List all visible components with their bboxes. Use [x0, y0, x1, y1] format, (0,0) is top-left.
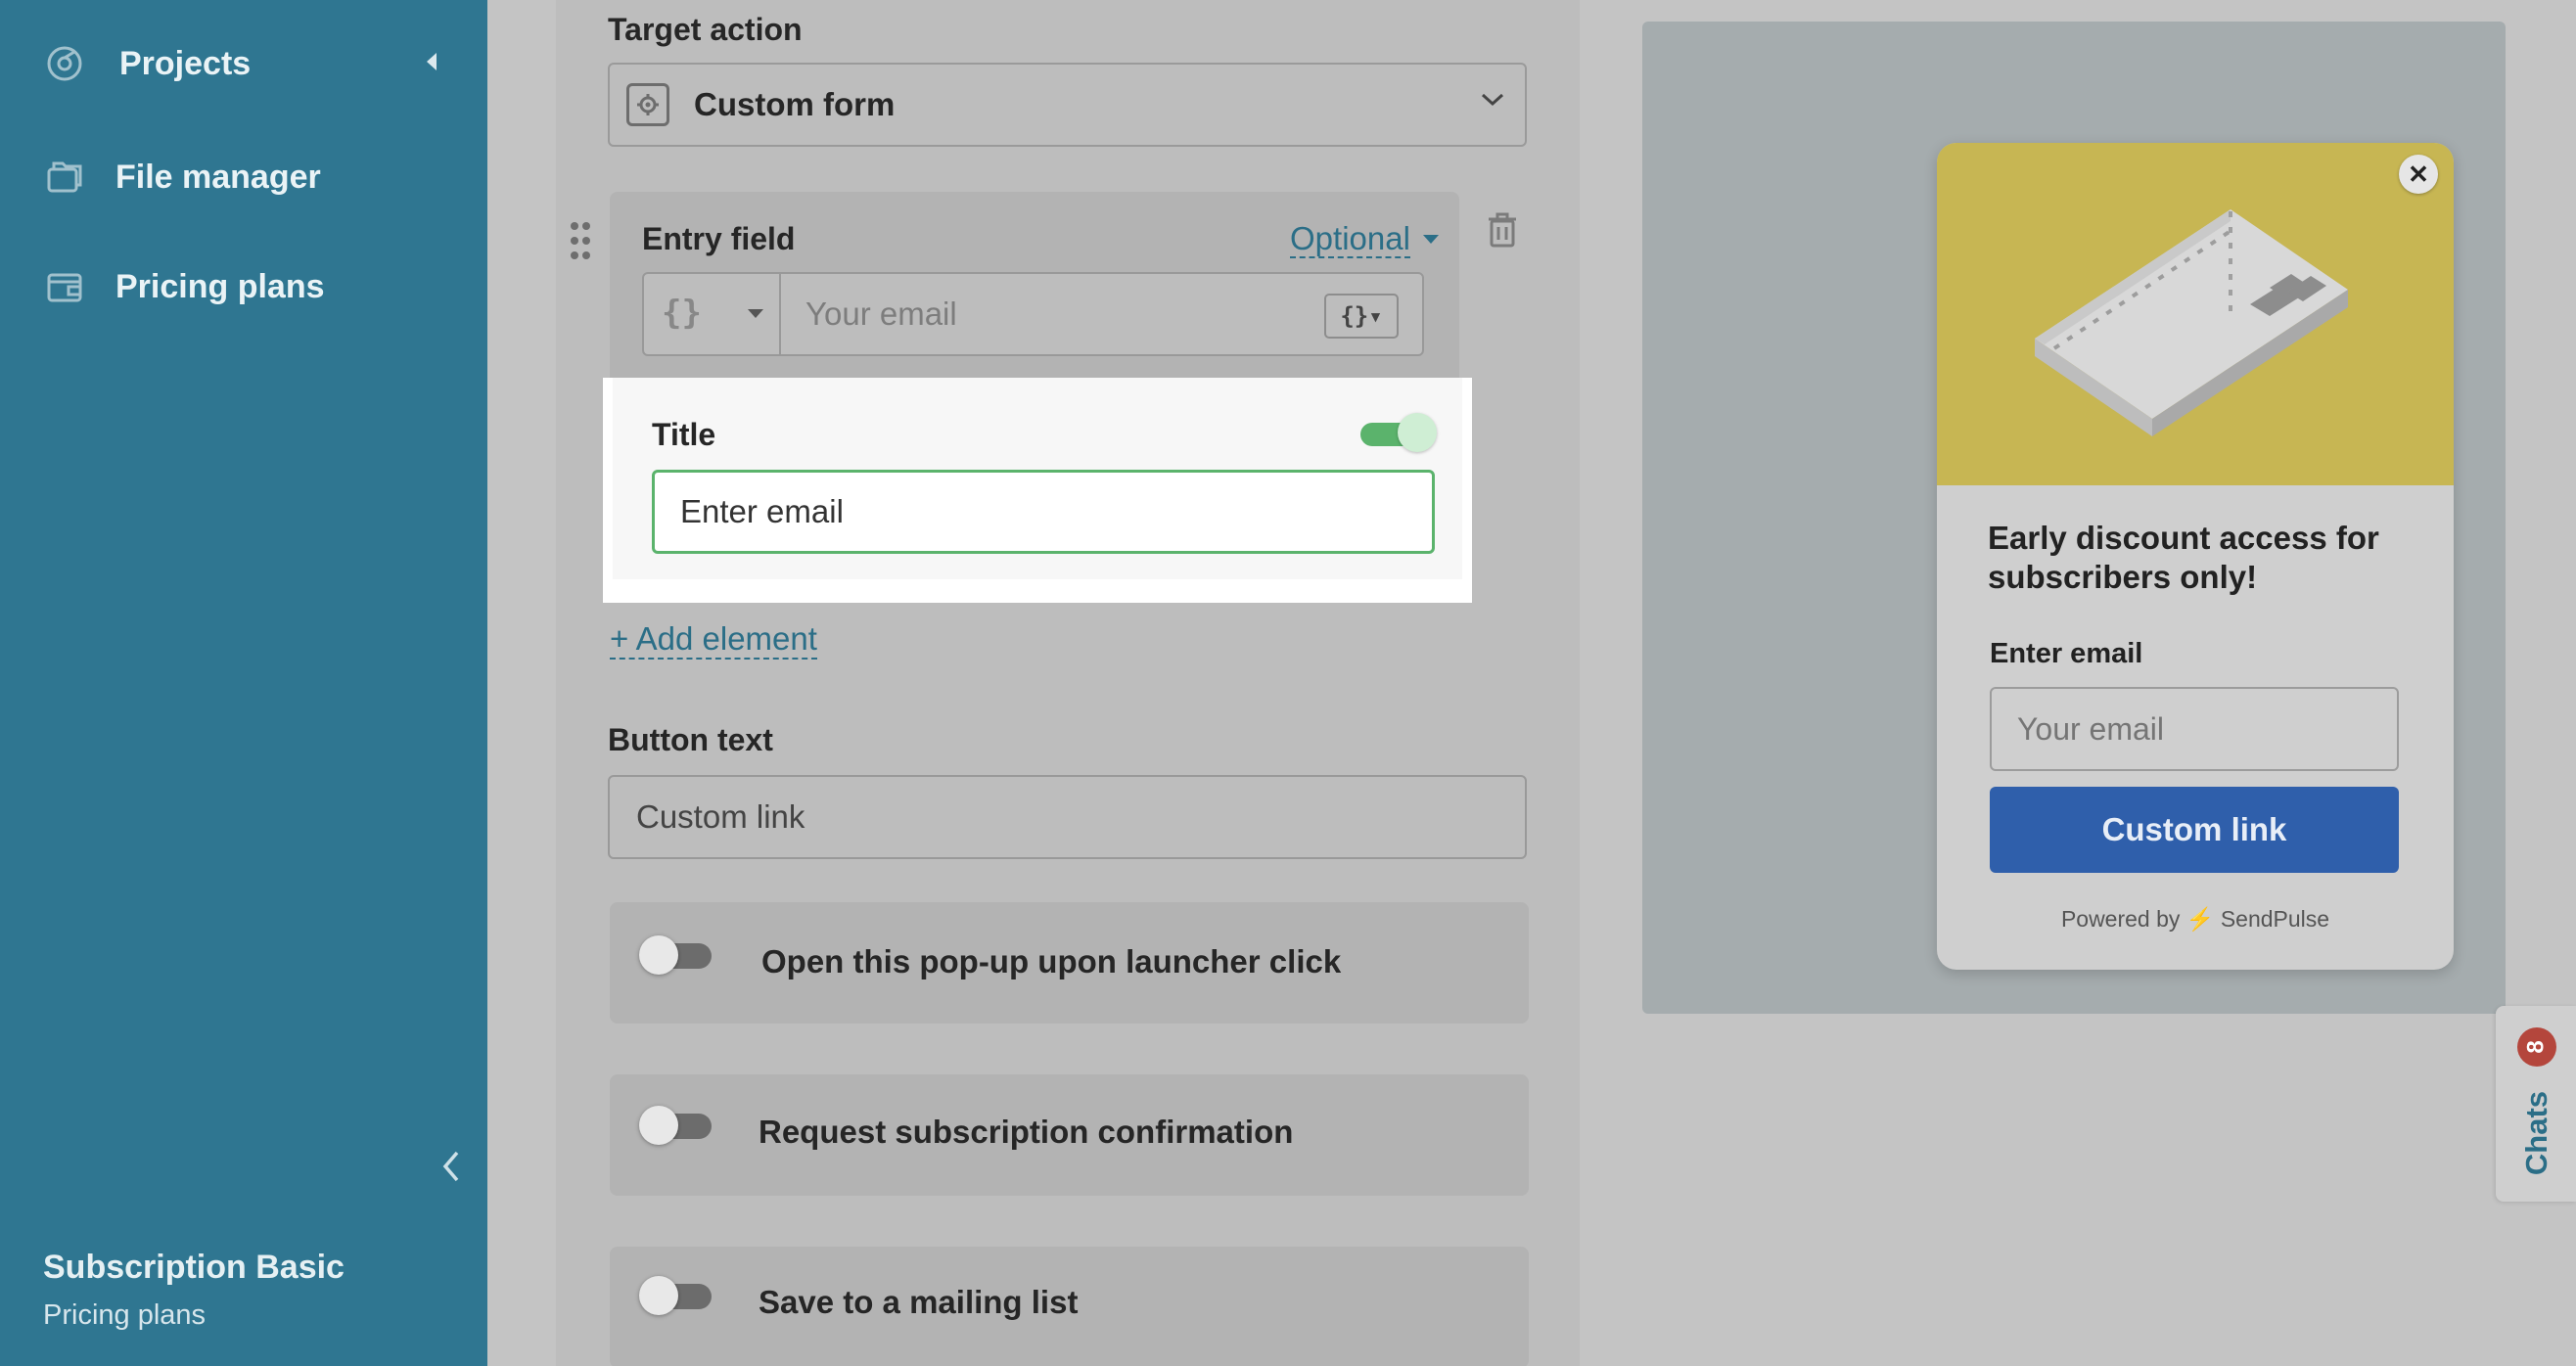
- popup-email-input[interactable]: [1990, 687, 2399, 771]
- option-row-subscription-confirmation: Request subscription confirmation: [610, 1074, 1529, 1196]
- caret-down-icon: [1423, 235, 1439, 244]
- chevron-down-icon: [1481, 93, 1504, 107]
- title-toggle[interactable]: [1360, 413, 1439, 452]
- folders-icon: [43, 156, 86, 199]
- chats-count-badge: 8: [2517, 1027, 2556, 1067]
- entry-field-label: Entry field: [642, 221, 796, 256]
- optional-dropdown[interactable]: Optional: [1290, 221, 1410, 258]
- subscription-confirmation-toggle[interactable]: [639, 1106, 717, 1145]
- title-input[interactable]: [652, 470, 1435, 554]
- add-element-link[interactable]: + Add element: [610, 620, 817, 660]
- option-label: Open this pop-up upon launcher click: [761, 943, 1342, 979]
- popup-preview: ✕ Early discount access for subscribers …: [1937, 143, 2454, 970]
- sidebar-item-label: Pricing plans: [115, 267, 325, 305]
- launcher-click-toggle[interactable]: [639, 935, 717, 975]
- option-row-launcher-click: Open this pop-up upon launcher click: [610, 902, 1529, 1024]
- button-text-label: Button text: [608, 722, 773, 757]
- insert-variable-button[interactable]: {}▾: [1324, 294, 1399, 339]
- entry-field-placeholder: Your email: [805, 296, 957, 332]
- chevron-left-icon: [442, 1151, 459, 1182]
- powered-by-text: Powered by ⚡ SendPulse: [2060, 906, 2330, 932]
- variable-braces-icon: {}: [662, 294, 702, 333]
- plan-subtitle: Pricing plans: [43, 1299, 207, 1331]
- collapse-sidebar-button[interactable]: [437, 1145, 466, 1188]
- popup-heading: Early discount access for subscribers on…: [1988, 520, 2379, 595]
- entry-field-input[interactable]: {} Your email {}▾: [642, 272, 1424, 356]
- sidebar-item-label: Projects: [119, 44, 252, 82]
- target-action-select[interactable]: Custom form: [608, 63, 1527, 147]
- sidebar-item-pricing-plans[interactable]: Pricing plans: [43, 252, 325, 321]
- trash-icon[interactable]: [1486, 211, 1519, 253]
- sidebar-item-label: File manager: [115, 158, 321, 196]
- sidebar-item-projects[interactable]: Projects: [43, 29, 251, 98]
- variable-select[interactable]: {}: [644, 274, 781, 354]
- title-panel: Title: [603, 378, 1472, 603]
- chats-tab[interactable]: 8 Chats: [2496, 1006, 2576, 1202]
- plan-name: Subscription Basic: [43, 1249, 345, 1286]
- option-label: Save to a mailing list: [759, 1284, 1079, 1320]
- close-icon[interactable]: ✕: [2399, 155, 2438, 194]
- wallet-icon: [43, 265, 86, 308]
- popup-field-label: Enter email: [1990, 638, 2143, 669]
- caret-down-icon: [748, 309, 763, 318]
- popup-submit-button[interactable]: Custom link: [1990, 787, 2399, 873]
- projects-icon: [43, 42, 86, 85]
- envelope-illustration: [1937, 143, 2454, 485]
- expand-caret-icon[interactable]: [427, 53, 437, 70]
- drag-handle-icon[interactable]: [570, 221, 591, 265]
- title-field-card: Title: [613, 378, 1462, 579]
- sidebar: Projects File manager Pricing plans Subs…: [0, 0, 487, 1366]
- option-label: Request subscription confirmation: [759, 1114, 1294, 1150]
- title-label: Title: [652, 417, 716, 452]
- target-action-value: Custom form: [694, 86, 896, 122]
- option-row-mailing-list: Save to a mailing list: [610, 1247, 1529, 1366]
- button-text-input[interactable]: [608, 775, 1527, 859]
- target-action-label: Target action: [608, 12, 803, 47]
- chats-label: Chats: [2519, 1090, 2553, 1176]
- gear-icon: [626, 83, 669, 126]
- sidebar-item-file-manager[interactable]: File manager: [43, 143, 321, 211]
- mailing-list-toggle[interactable]: [639, 1276, 717, 1315]
